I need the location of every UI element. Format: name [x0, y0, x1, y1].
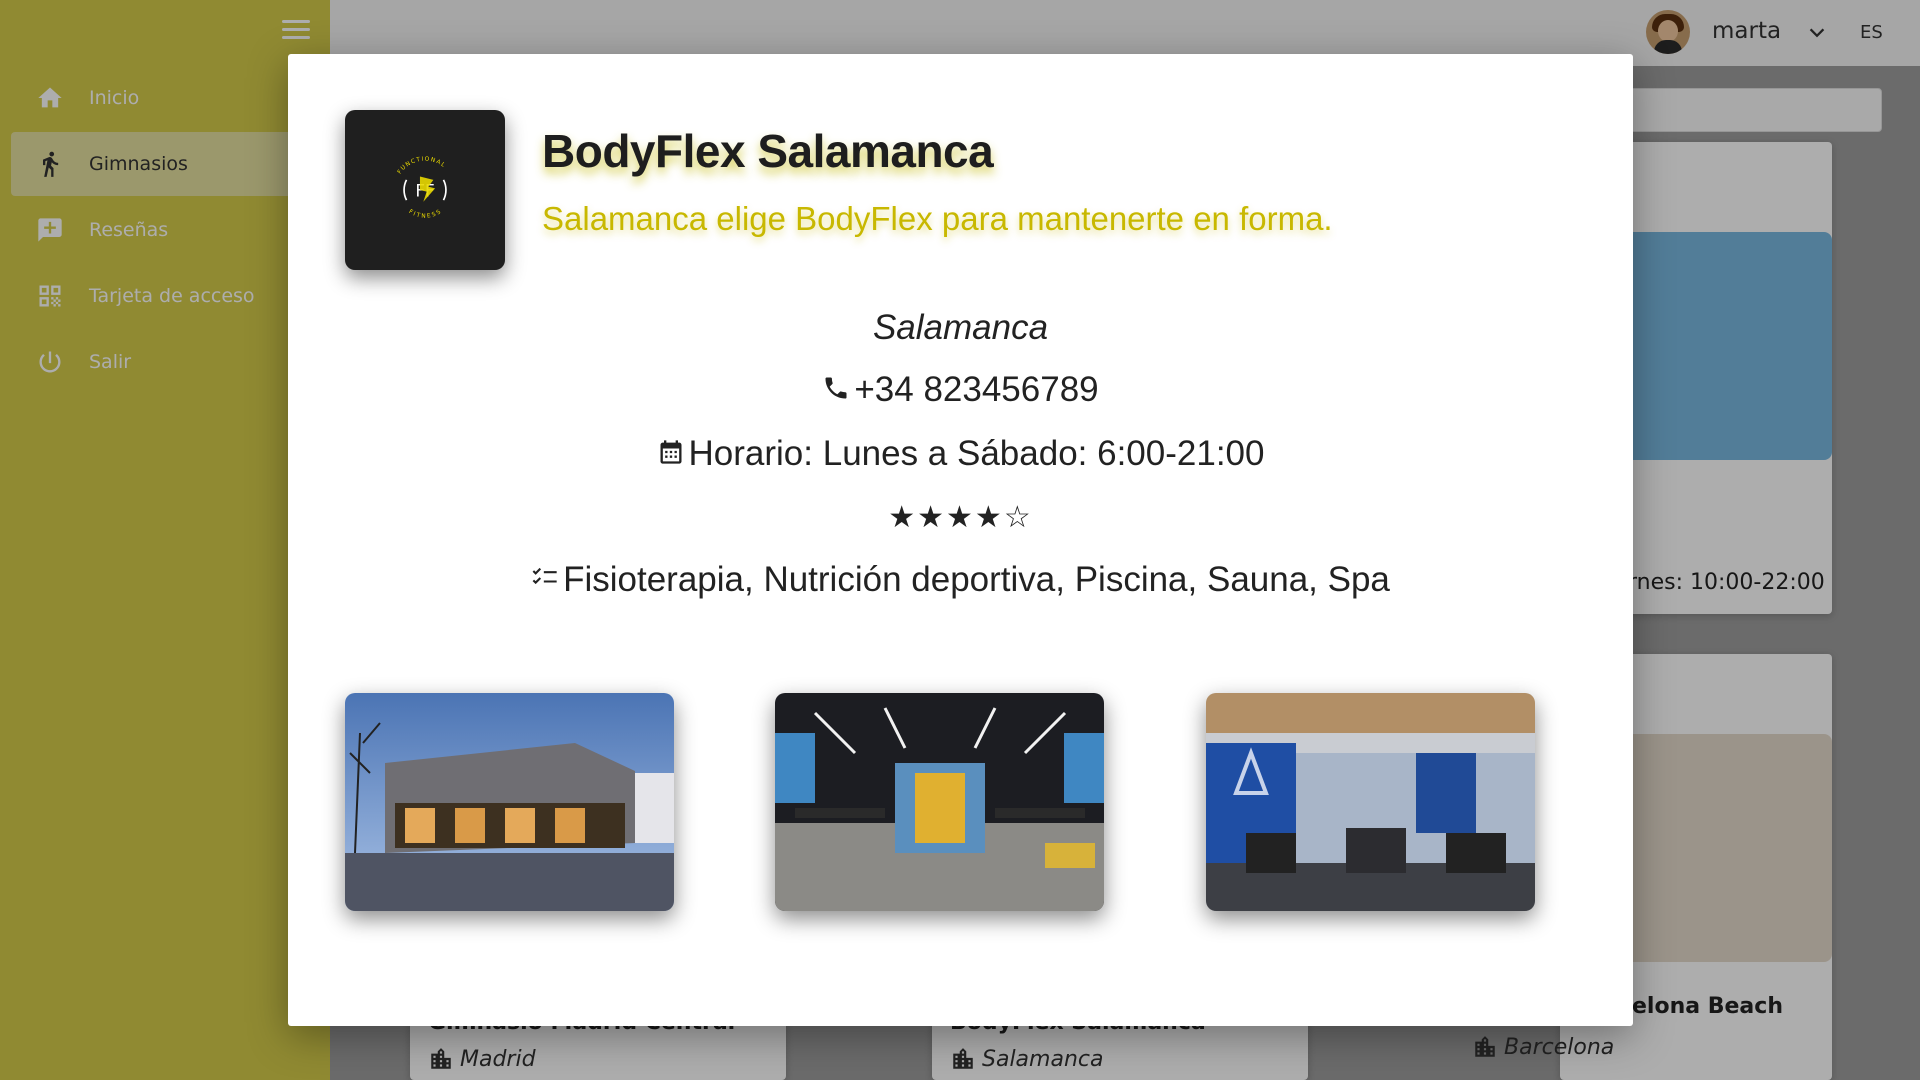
svg-text:FITNESS: FITNESS: [407, 208, 443, 219]
gym-city: Salamanca: [872, 308, 1049, 347]
gym-machines-photo[interactable]: [1206, 693, 1535, 911]
svg-text:FUNCTIONAL: FUNCTIONAL: [397, 156, 447, 175]
gym-title: BodyFlex Salamanca: [542, 125, 994, 177]
gym-tagline: Salamanca elige BodyFlex para mantenerte…: [542, 200, 1333, 237]
calendar-icon: [657, 438, 687, 470]
gym-phone: +34 823456789: [288, 370, 1633, 410]
rating-stars: ★★★★☆: [888, 501, 1033, 534]
gym-exterior-photo[interactable]: [345, 693, 674, 911]
gym-schedule: Horario: Lunes a Sábado: 6:00-21:00: [288, 434, 1633, 474]
gym-interior-photo[interactable]: [775, 693, 1104, 911]
gym-detail-dialog: FUNCTIONAL FITNESS FF BodyFlex Salamanca…: [288, 54, 1633, 1026]
checklist-icon: [531, 564, 561, 596]
phone-icon: [822, 374, 852, 406]
gym-services: Fisioterapia, Nutrición deportiva, Pisci…: [288, 560, 1633, 600]
gym-logo: FUNCTIONAL FITNESS FF: [345, 110, 505, 270]
